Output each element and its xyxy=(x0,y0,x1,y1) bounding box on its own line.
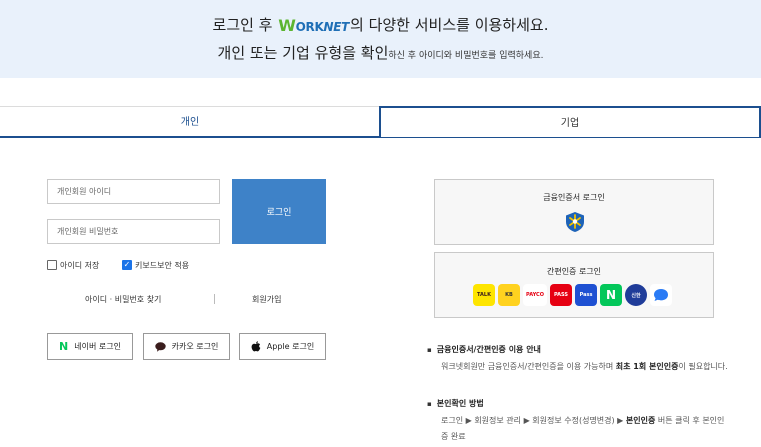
banner-small-text: 하신 후 아이디와 비밀번호를 입력하세요. xyxy=(388,51,544,61)
kb-cert-icon[interactable]: KB xyxy=(498,284,520,306)
cert-guide-body: 워크넷회원만 금융인증서/간편인증을 이용 가능하며 최초 1회 본인인증이 필… xyxy=(441,359,731,375)
naver-icon: N xyxy=(59,340,69,353)
identity-method-bold: 본인인증 xyxy=(625,416,656,425)
identity-method-title: 본인확인 방법 xyxy=(436,399,484,408)
logo-w: W xyxy=(278,16,296,35)
kakao-login-label: 카카오 로그인 xyxy=(171,342,219,351)
toss-cert-icon[interactable] xyxy=(650,284,672,306)
logo-ork: ORK xyxy=(295,20,324,34)
kakao-talk-cert-icon[interactable]: TALK xyxy=(473,284,495,306)
naver-login-button[interactable]: N 네이버 로그인 xyxy=(47,333,133,360)
apple-login-label: Apple 로그인 xyxy=(266,342,315,351)
naver-cert-icon[interactable]: N xyxy=(600,284,622,306)
cert-guide-title: 금융인증서/간편인증 이용 안내 xyxy=(436,345,541,354)
banner-line-1: 로그인 후 WORKNET의 다양한 서비스를 이용하세요. xyxy=(0,14,761,35)
logo-net: NET xyxy=(323,20,349,34)
cert-guide-bold: 최초 1회 본인인증 xyxy=(615,362,679,371)
banner-prefix: 로그인 후 xyxy=(212,16,273,34)
cert-guide-text-end: 이 필요합니다. xyxy=(678,362,728,371)
keyboard-security-label: 키보드보안 적용 xyxy=(135,260,190,270)
top-banner: 로그인 후 WORKNET의 다양한 서비스를 이용하세요. 개인 또는 기업 … xyxy=(0,0,761,78)
naver-login-label: 네이버 로그인 xyxy=(74,342,121,351)
banner-main-text: 개인 또는 기업 유형을 확인 xyxy=(217,44,389,62)
simple-cert-title: 간편인증 로그인 xyxy=(546,267,602,276)
join-link[interactable]: 회원가입 xyxy=(252,294,281,305)
tab-personal[interactable]: 개인 xyxy=(0,106,380,138)
kakao-login-button[interactable]: 카카오 로그인 xyxy=(143,333,230,360)
financial-cert-title: 금융인증서 로그인 xyxy=(543,193,605,202)
save-id-checkbox[interactable]: 아이디 저장 xyxy=(47,258,99,272)
shinhan-cert-icon[interactable]: 신한 xyxy=(625,284,647,306)
financial-cert-shield-icon xyxy=(564,211,586,237)
id-input[interactable] xyxy=(47,179,220,204)
simple-cert-providers: TALK KB PAYCO PASS Pass N 신한 xyxy=(473,284,672,306)
kakao-speech-bubble-icon xyxy=(154,341,166,352)
checkbox-unchecked-icon[interactable] xyxy=(47,260,57,270)
bullet-icon: ▪ xyxy=(427,399,432,408)
member-type-tabs: 개인 기업 xyxy=(0,106,761,138)
pass-cert-icon[interactable]: PASS xyxy=(550,284,572,306)
login-button[interactable]: 로그인 xyxy=(232,179,326,244)
financial-cert-login-button[interactable]: 금융인증서 로그인 xyxy=(434,179,714,245)
identity-method-text: 로그인 ▶ 회원정보 관리 ▶ 회원정보 수정(성명변경) ▶ xyxy=(441,416,626,425)
keyboard-security-checkbox[interactable]: ✓ 키보드보안 적용 xyxy=(122,258,189,272)
simple-cert-panel: 간편인증 로그인 TALK KB PAYCO PASS Pass N 신한 xyxy=(434,252,714,318)
apple-icon xyxy=(251,341,261,352)
bullet-icon: ▪ xyxy=(427,345,432,354)
worknet-logo: WORKNET xyxy=(278,16,349,35)
link-divider xyxy=(214,294,215,304)
checkbox-checked-icon[interactable]: ✓ xyxy=(122,260,132,270)
payco-cert-icon[interactable]: PAYCO xyxy=(523,284,547,306)
tab-company[interactable]: 기업 xyxy=(379,106,761,138)
password-input[interactable] xyxy=(47,219,220,244)
identity-method-body: 로그인 ▶ 회원정보 관리 ▶ 회원정보 수정(성명변경) ▶ 본인인증 버튼 … xyxy=(441,413,731,445)
cert-guide-heading: ▪ 금융인증서/간편인증 이용 안내 xyxy=(427,344,541,355)
banner-line-2: 개인 또는 기업 유형을 확인하신 후 아이디와 비밀번호를 입력하세요. xyxy=(0,42,761,63)
samsung-pass-cert-icon[interactable]: Pass xyxy=(575,284,597,306)
banner-suffix: 의 다양한 서비스를 이용하세요. xyxy=(350,16,549,34)
save-id-label: 아이디 저장 xyxy=(60,260,100,270)
find-id-password-link[interactable]: 아이디 · 비밀번호 찾기 xyxy=(85,294,161,305)
cert-guide-text: 워크넷회원만 금융인증서/간편인증을 이용 가능하며 xyxy=(441,362,616,371)
identity-method-heading: ▪ 본인확인 방법 xyxy=(427,398,484,409)
apple-login-button[interactable]: Apple 로그인 xyxy=(239,333,326,360)
